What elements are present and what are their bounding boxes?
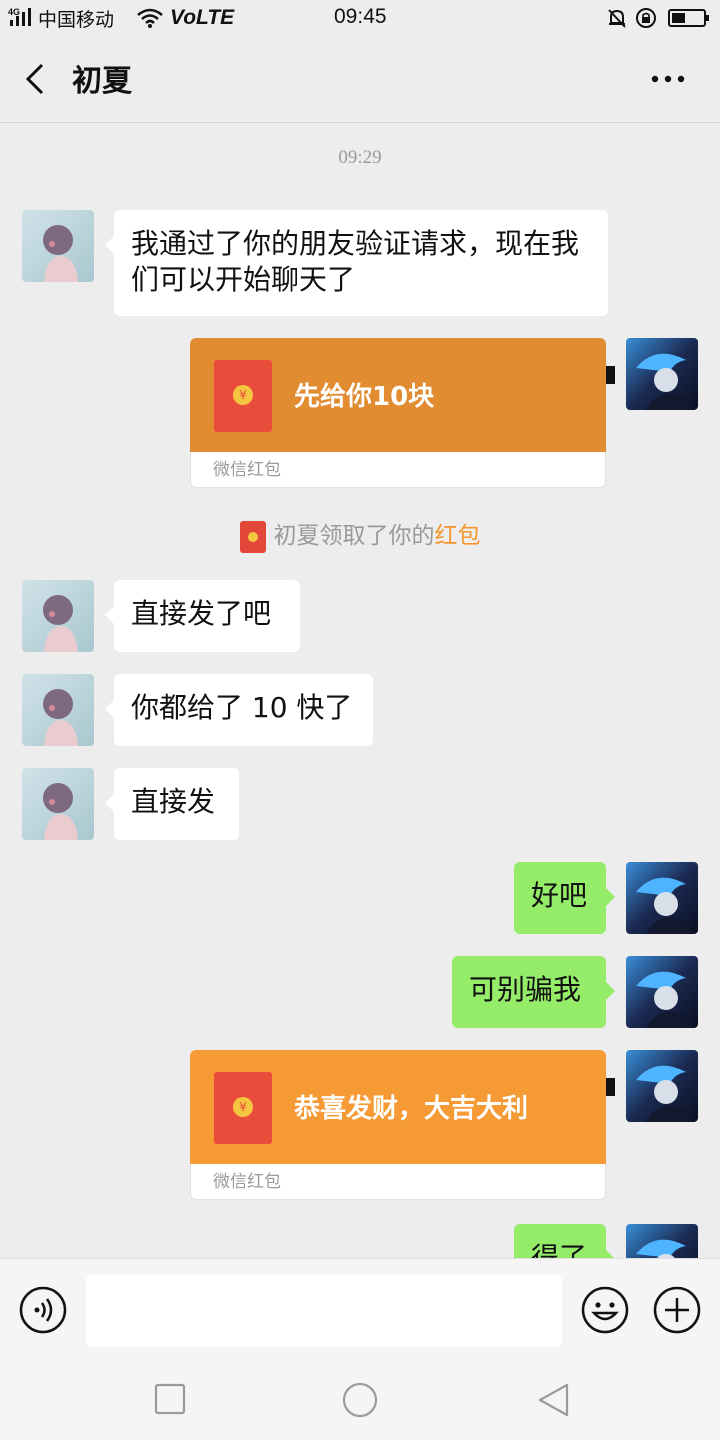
red-packet-body: ¥ 恭喜发财，大吉大利	[190, 1050, 615, 1164]
self-avatar[interactable]	[626, 338, 698, 410]
red-envelope-icon: ¥	[214, 1072, 272, 1144]
chat-title: 初夏	[72, 64, 132, 99]
message-text: 你都给了 10 快了	[131, 691, 353, 724]
svg-text:4G: 4G	[8, 7, 20, 17]
red-packet-card[interactable]: ¥ 先给你10块 微信红包	[190, 338, 615, 488]
message-input[interactable]	[86, 1275, 562, 1347]
message-bubble[interactable]: 得了	[514, 1224, 615, 1258]
contact-avatar[interactable]	[22, 768, 94, 840]
red-packet-card[interactable]: ¥ 恭喜发财，大吉大利 微信红包	[190, 1050, 615, 1200]
message-bubble[interactable]: 你都给了 10 快了	[105, 674, 373, 746]
red-packet-footer: 微信红包	[190, 1164, 606, 1200]
wifi-icon	[137, 8, 163, 28]
message-text: 直接发了吧	[131, 597, 272, 630]
recent-apps-icon[interactable]	[154, 1382, 186, 1416]
contact-avatar[interactable]	[22, 674, 94, 746]
chevron-left-icon[interactable]	[22, 62, 48, 96]
message-text: 我通过了你的朋友验证请求，现在我们可以开始聊天了	[131, 227, 580, 296]
contact-avatar-image	[22, 768, 94, 840]
message-text: 直接发	[131, 785, 216, 818]
carrier-name: 中国移动	[38, 9, 115, 31]
contact-avatar-image	[22, 674, 94, 746]
back-nav-icon[interactable]	[536, 1382, 572, 1418]
home-icon[interactable]	[340, 1382, 380, 1418]
message-bubble[interactable]: 好吧	[514, 862, 615, 934]
red-packet-body: ¥ 先给你10块	[190, 338, 615, 452]
contact-avatar-image	[22, 210, 94, 282]
contact-avatar-image	[22, 580, 94, 652]
more-dots-icon[interactable]	[650, 74, 686, 84]
contact-avatar[interactable]	[22, 580, 94, 652]
self-avatar-image	[626, 956, 698, 1028]
plus-icon[interactable]	[652, 1285, 702, 1335]
self-avatar-image	[626, 1224, 698, 1258]
self-avatar[interactable]	[626, 956, 698, 1028]
message-text: 得了	[531, 1241, 588, 1258]
voice-icon[interactable]	[18, 1285, 68, 1335]
rotation-lock-icon	[636, 8, 656, 28]
self-avatar[interactable]	[626, 862, 698, 934]
chat-header: 初夏	[0, 36, 720, 123]
notice-link[interactable]: 红包	[435, 523, 481, 549]
red-packet-text: 恭喜发财，大吉大利	[294, 1094, 529, 1124]
system-notice: 初夏领取了你的红包	[0, 516, 720, 553]
message-text: 好吧	[531, 879, 588, 912]
contact-avatar[interactable]	[22, 210, 94, 282]
mute-bell-icon	[608, 9, 626, 28]
message-bubble[interactable]: 可别骗我	[452, 956, 615, 1028]
self-avatar-image	[626, 338, 698, 410]
chat-timestamp: 09:29	[338, 147, 382, 168]
chat-scroll-clip: 得了	[0, 1210, 720, 1258]
message-bubble[interactable]: 我通过了你的朋友验证请求，现在我们可以开始聊天了	[105, 210, 608, 316]
emoji-icon[interactable]	[580, 1285, 630, 1335]
clock: 09:45	[334, 5, 387, 28]
system-navigation-bar	[0, 1360, 720, 1440]
self-avatar-image	[626, 862, 698, 934]
red-envelope-icon: ¥	[214, 360, 272, 432]
battery-icon	[668, 9, 709, 27]
message-text: 可别骗我	[469, 973, 582, 1006]
red-packet-text: 先给你10块	[294, 382, 435, 412]
self-avatar[interactable]	[626, 1224, 698, 1258]
self-avatar-image	[626, 1050, 698, 1122]
status-bar: 4G 中国移动 VoLTE 09:45	[0, 0, 720, 36]
self-avatar[interactable]	[626, 1050, 698, 1122]
red-envelope-small-icon	[239, 520, 266, 553]
message-bubble[interactable]: 直接发了吧	[105, 580, 300, 652]
notice-text: 初夏领取了你的	[273, 523, 435, 549]
signal-icon: 4G	[8, 7, 31, 26]
volte-indicator: VoLTE	[170, 6, 235, 29]
message-bubble[interactable]: 直接发	[105, 768, 239, 840]
red-packet-footer: 微信红包	[190, 452, 606, 488]
input-bar	[0, 1258, 720, 1361]
